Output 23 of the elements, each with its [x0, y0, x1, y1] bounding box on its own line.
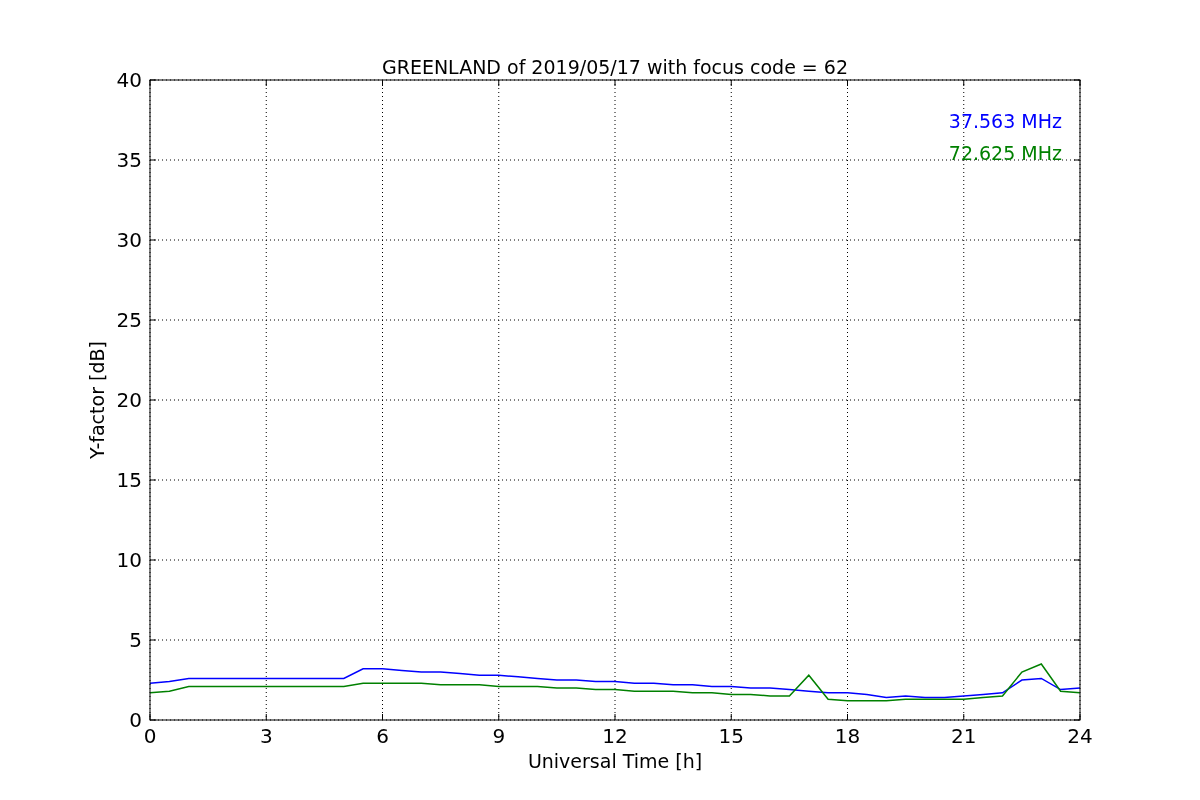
- x-tick-label: 15: [718, 724, 744, 748]
- x-tick-label: 6: [376, 724, 389, 748]
- x-tick-label: 18: [834, 724, 861, 748]
- legend-label: 37.563 MHz: [948, 110, 1062, 132]
- y-tick-label: 35: [116, 148, 142, 172]
- y-tick-label: 30: [116, 228, 142, 252]
- x-tick-label: 21: [951, 724, 977, 748]
- y-tick-label: 5: [129, 628, 142, 652]
- x-tick-label: 24: [1067, 724, 1093, 748]
- chart-title: GREENLAND of 2019/05/17 with focus code = 62: [382, 56, 848, 78]
- x-tick-label: 9: [492, 724, 506, 748]
- y-tick-label: 40: [116, 68, 142, 92]
- y-tick-label: 20: [116, 388, 142, 412]
- x-axis-label: Universal Time [h]: [527, 750, 703, 772]
- y-tick-label: 15: [116, 468, 142, 492]
- y-tick-label: 0: [129, 708, 142, 732]
- x-tick-label: 0: [143, 724, 157, 748]
- x-tick-label: 3: [259, 724, 273, 748]
- y-axis-label: Y-factor [dB]: [86, 341, 108, 459]
- y-tick-label: 10: [116, 548, 142, 572]
- x-tick-label: 12: [602, 724, 628, 748]
- y-tick-label: 25: [116, 308, 142, 332]
- legend-label: 72.625 MHz: [948, 142, 1062, 164]
